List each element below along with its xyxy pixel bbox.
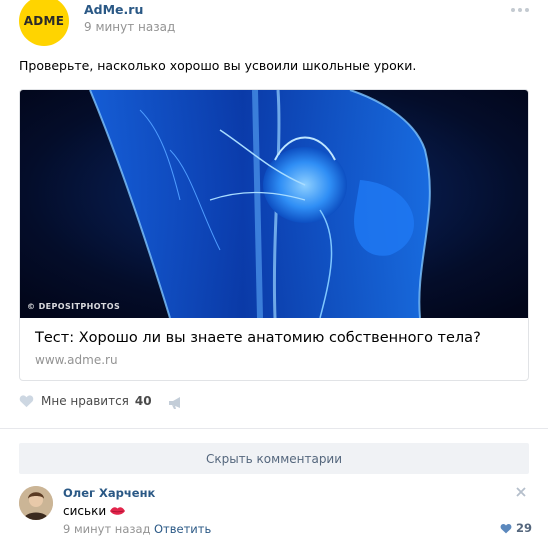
- reply-link[interactable]: Ответить: [154, 522, 211, 536]
- lips-icon: [110, 507, 126, 515]
- post-actions: Мне нравится 40: [19, 394, 219, 414]
- hide-comments-button[interactable]: Скрыть комментарии: [19, 443, 529, 474]
- avatar-logo-text: ADME: [23, 14, 65, 28]
- author-avatar[interactable]: ADME: [19, 0, 69, 46]
- more-icon[interactable]: [509, 5, 531, 15]
- comment-author[interactable]: Олег Харченк: [63, 486, 155, 500]
- like-label: Мне нравится: [41, 394, 129, 408]
- like-count: 40: [134, 394, 152, 408]
- comment-text-content: сиськи: [63, 504, 107, 518]
- link-attachment[interactable]: © DEPOSITPHOTOS Тест: Хорошо ли вы знает…: [19, 89, 529, 381]
- link-title[interactable]: Тест: Хорошо ли вы знаете анатомию собст…: [35, 330, 481, 346]
- anatomy-image: [20, 90, 528, 318]
- comment-like-count: 29: [516, 521, 533, 535]
- link-domain: www.adme.ru: [35, 353, 118, 367]
- heart-icon: [500, 523, 512, 533]
- like-button[interactable]: Мне нравится 40: [19, 394, 152, 408]
- comment: Олег Харченк сиськи 9 минут назад Ответи…: [0, 484, 548, 544]
- image-watermark: © DEPOSITPHOTOS: [27, 302, 121, 311]
- comment-like-button[interactable]: 29: [500, 521, 532, 535]
- post-author[interactable]: AdMe.ru: [84, 2, 143, 17]
- post-time[interactable]: 9 минут назад: [84, 20, 175, 34]
- post-text: Проверьте, насколько хорошо вы усвоили ш…: [19, 58, 417, 73]
- comment-text: сиськи: [63, 504, 126, 518]
- divider: [0, 428, 548, 429]
- comment-avatar-photo: [19, 486, 53, 520]
- megaphone-icon[interactable]: [168, 396, 183, 410]
- comment-avatar[interactable]: [19, 486, 53, 520]
- comment-time[interactable]: 9 минут назад: [63, 522, 150, 536]
- heart-icon: [19, 395, 34, 408]
- post-header: ADME AdMe.ru 9 минут назад: [0, 0, 548, 50]
- close-icon[interactable]: [516, 487, 526, 497]
